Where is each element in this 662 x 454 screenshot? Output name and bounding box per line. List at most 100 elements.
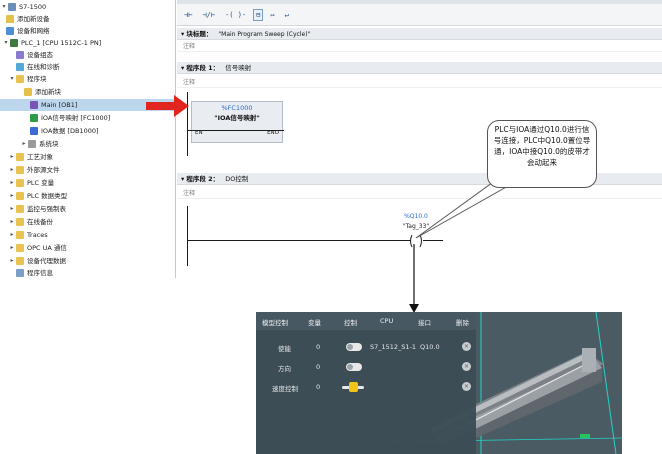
callout-pointer xyxy=(415,180,510,239)
tree-tech-objects[interactable]: ▸ 工艺对象 xyxy=(8,151,53,163)
expand-icon[interactable]: ▸ xyxy=(8,177,16,189)
direction-toggle[interactable] xyxy=(346,363,362,371)
folder-icon xyxy=(16,231,24,239)
fc-call-box[interactable]: %FC1000 "IOA信号映射" EN ENO xyxy=(191,101,283,143)
header-variable: 变量 xyxy=(308,319,321,327)
expand-icon[interactable]: ▸ xyxy=(20,138,28,150)
tree-devices-networks[interactable]: 设备和网络 xyxy=(6,25,50,37)
folder-icon xyxy=(16,218,24,226)
header-cpu: CPU xyxy=(380,317,394,325)
tree-traces[interactable]: ▸ Traces xyxy=(8,229,48,241)
block-title-header[interactable]: ▾ 块标题： "Main Program Sweep (Cycle)" xyxy=(177,28,662,40)
rung-wire xyxy=(187,240,411,241)
header-interface: 接口 xyxy=(418,319,431,327)
open-branch-button[interactable]: ↦ xyxy=(267,9,277,21)
tree-device-config[interactable]: 设备组态 xyxy=(16,49,53,61)
row-value: 0 xyxy=(316,343,321,351)
fc-address: %FC1000 xyxy=(221,104,253,112)
tree-add-block[interactable]: 添加新块 xyxy=(24,86,61,98)
network-icon xyxy=(6,27,14,35)
db-block-icon xyxy=(30,127,38,135)
header-model: 模型控制 xyxy=(262,319,288,327)
collapse-icon[interactable]: ▾ xyxy=(8,73,16,85)
no-contact-button[interactable]: ⊣⊢ xyxy=(181,9,195,21)
expand-icon[interactable]: ▸ xyxy=(8,164,16,176)
online-diag-icon xyxy=(16,63,24,71)
tree-external-sources[interactable]: ▸ 外部源文件 xyxy=(8,164,60,176)
expand-icon[interactable]: ▸ xyxy=(8,229,16,241)
tree-plc-tags[interactable]: ▸ PLC 变量 xyxy=(8,177,54,189)
tree-online-backup[interactable]: ▸ 在线备份 xyxy=(8,216,53,228)
network1-header[interactable]: ▾ 程序段 1： 信号映射 xyxy=(177,62,662,74)
project-icon xyxy=(8,3,16,11)
add-block-icon xyxy=(24,88,32,96)
nc-contact-button[interactable]: ⊣/⊢ xyxy=(199,9,218,21)
down-arrow-icon xyxy=(409,244,419,313)
header-delete: 删除 xyxy=(456,319,469,327)
fc-en-wire xyxy=(191,130,284,131)
ob-block-icon xyxy=(30,101,38,109)
row-interface: Q10.0 xyxy=(420,343,440,351)
coil-button[interactable]: -( )- xyxy=(222,9,249,21)
folder-icon xyxy=(16,166,24,174)
close-branch-button[interactable]: ↵ xyxy=(282,9,292,21)
delete-button[interactable]: × xyxy=(462,382,471,391)
collapse-icon[interactable]: ▾ xyxy=(0,1,8,13)
folder-icon xyxy=(16,244,24,252)
folder-icon xyxy=(16,257,24,265)
expand-icon[interactable]: ▸ xyxy=(8,242,16,254)
plc-icon xyxy=(10,39,18,47)
expand-icon[interactable]: ▸ xyxy=(8,151,16,163)
tree-program-blocks[interactable]: ▾ 程序块 xyxy=(8,73,47,85)
tree-program-info[interactable]: 程序信息 xyxy=(16,267,53,278)
enable-toggle[interactable] xyxy=(346,343,362,351)
row-label: 使能 xyxy=(278,345,291,353)
collapse-icon[interactable]: ▾ xyxy=(2,37,10,49)
tree-add-device[interactable]: 添加新设备 xyxy=(6,13,50,25)
project-tree: ▾ S7-1500 添加新设备 设备和网络 ▾ PLC_1 [CPU 1512C-1… xyxy=(0,0,176,278)
row-label: 方向 xyxy=(278,365,291,373)
tree-watch-force[interactable]: ▸ 监控与强制表 xyxy=(8,203,66,215)
control-panel-header: 模型控制 变量 控制 CPU 接口 删除 xyxy=(256,312,476,330)
expand-icon[interactable]: ▸ xyxy=(8,216,16,228)
power-rail xyxy=(187,206,188,266)
speed-slider-handle[interactable] xyxy=(349,382,358,392)
fc-block-icon xyxy=(30,114,38,122)
tree-root[interactable]: ▾ S7-1500 xyxy=(0,1,46,13)
tree-plc-types[interactable]: ▸ PLC 数据类型 xyxy=(8,190,67,202)
delete-button[interactable]: × xyxy=(462,362,471,371)
empty-box-button[interactable]: ⊟ xyxy=(253,8,264,21)
tree-system-blocks[interactable]: ▸ 系统块 xyxy=(20,138,59,150)
header-control: 控制 xyxy=(344,319,357,327)
folder-icon xyxy=(16,179,24,187)
expand-icon[interactable]: ▸ xyxy=(8,203,16,215)
tree-plc[interactable]: ▾ PLC_1 [CPU 1512C-1 PN] xyxy=(2,37,101,49)
folder-icon xyxy=(16,153,24,161)
expand-icon[interactable]: ▸ xyxy=(8,255,16,267)
tree-opcua[interactable]: ▸ OPC UA 通信 xyxy=(8,242,67,254)
network1-comment[interactable]: 注释 xyxy=(177,77,662,88)
tree-proxy[interactable]: ▸ 设备代理数据 xyxy=(8,255,66,267)
add-device-icon xyxy=(6,15,14,23)
delete-button[interactable]: × xyxy=(462,342,471,351)
folder-icon xyxy=(16,75,24,83)
block-comment[interactable]: 注释 xyxy=(177,41,662,52)
device-config-icon xyxy=(16,51,24,59)
row-value: 0 xyxy=(316,383,321,391)
system-block-icon xyxy=(28,140,36,148)
program-info-icon xyxy=(16,269,24,277)
explanation-callout: PLC与IOA通过Q10.0进行信号连接，PLC中Q10.0置位导通，IOA中接… xyxy=(487,120,597,188)
rung-wire xyxy=(423,240,443,241)
highlight-arrow-icon xyxy=(146,95,189,117)
expand-icon[interactable]: ▸ xyxy=(8,190,16,202)
ladder-toolbar: ⊣⊢ ⊣/⊢ -( )- ⊟ ↦ ↵ xyxy=(177,4,662,26)
tree-db-block[interactable]: IOA数据 [DB1000] xyxy=(30,125,99,137)
row-value: 0 xyxy=(316,363,321,371)
row-cpu: S7_1512_S1-1 xyxy=(370,343,417,351)
tree-online-diag[interactable]: 在线和诊断 xyxy=(16,61,60,73)
simulation-view: 模型控制 变量 控制 CPU 接口 删除 使能 0 S7_1512_S1-1 Q… xyxy=(256,312,622,454)
folder-icon xyxy=(16,205,24,213)
folder-icon xyxy=(16,192,24,200)
tree-fc-block[interactable]: IOA信号映射 [FC1000] xyxy=(30,112,110,124)
fc-name: "IOA信号映射" xyxy=(214,114,260,122)
